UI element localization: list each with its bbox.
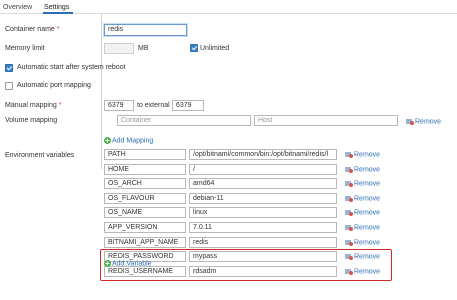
tab-overview[interactable]: Overview [3,4,32,11]
add-variable-label: Add Variable [112,260,152,268]
env-remove-label: Remove [354,239,381,247]
env-remove-button[interactable]: Remove [345,166,380,173]
env-remove-button[interactable]: Remove [345,224,380,231]
manual-mapping-label: Manual mapping * [5,102,62,109]
to-external-label: to external [137,102,170,109]
auto-port-label: Automatic port mapping [17,82,91,89]
env-remove-label: Remove [354,151,381,159]
remove-icon [345,240,353,246]
container-name-label: Container name * [5,26,60,33]
env-remove-label: Remove [354,209,381,217]
env-name-input[interactable]: OS_ARCH [104,178,186,189]
auto-start-label: Automatic start after system reboot [17,64,126,71]
env-remove-button[interactable]: Remove [345,209,380,216]
env-value-input[interactable]: / [189,164,337,175]
env-remove-label: Remove [354,180,381,188]
env-remove-button[interactable]: Remove [345,195,380,202]
env-name-input[interactable]: BITNAMI_APP_NAME [104,237,186,248]
remove-icon [345,225,353,231]
volume-container-placeholder: Container [121,117,152,124]
memory-limit-input[interactable] [104,43,134,54]
volume-mapping-label: Volume mapping [5,117,58,124]
env-remove-label: Remove [354,195,381,203]
remove-icon [345,210,353,216]
env-name-input[interactable]: OS_NAME [104,207,186,218]
env-remove-button[interactable]: Remove [345,180,380,187]
env-value-input[interactable]: /opt/bitnami/common/bin:/opt/bitnami/red… [189,149,337,160]
add-variable-button[interactable]: Add Variable [104,260,152,267]
env-name-input[interactable]: HOME [104,164,186,175]
remove-icon [345,196,353,202]
env-remove-button[interactable]: Remove [345,151,380,158]
add-icon [104,137,111,144]
env-remove-label: Remove [354,224,381,232]
section-divider [101,14,102,169]
volume-container-input[interactable]: Container [117,115,251,126]
add-mapping-label: Add Mapping [112,137,154,145]
tab-bar: Overview Settings [0,0,457,14]
port-to-input[interactable]: 6379 [172,100,204,111]
volume-host-placeholder: Host [258,117,273,124]
active-tab-indicator [43,12,73,14]
remove-icon [345,181,353,187]
unlimited-checkbox[interactable] [190,44,198,52]
volume-host-input[interactable]: Host [254,115,398,126]
add-mapping-button[interactable]: Add Mapping [104,137,153,144]
tab-settings[interactable]: Settings [44,4,69,11]
env-value-input[interactable]: linux [189,207,337,218]
container-name-input[interactable]: redis [104,24,187,36]
remove-icon [345,167,353,173]
env-value-input[interactable]: 7.0.11 [189,222,337,233]
env-value-input[interactable]: debian-11 [189,193,337,204]
env-remove-button[interactable]: Remove [345,239,380,246]
volume-remove-button[interactable]: Remove [406,118,441,125]
env-variables-label: Environment variables [5,152,75,159]
remove-icon [406,119,414,125]
memory-limit-label: Memory limit [5,45,45,52]
unlimited-label: Unlimited [200,45,230,52]
env-value-input[interactable]: amd64 [189,178,337,189]
memory-unit-label: MB [138,45,149,52]
env-name-input[interactable]: APP_VERSION [104,222,186,233]
env-remove-label: Remove [354,166,381,174]
env-name-input[interactable]: OS_FLAVOUR [104,193,186,204]
volume-remove-label: Remove [415,118,442,126]
port-from-input[interactable]: 6379 [104,100,134,111]
auto-port-checkbox[interactable] [5,82,13,90]
env-value-input[interactable]: redis [189,237,337,248]
add-icon [104,260,111,267]
auto-start-checkbox[interactable] [5,64,13,72]
env-name-input[interactable]: PATH [104,149,186,160]
remove-icon [345,152,353,158]
